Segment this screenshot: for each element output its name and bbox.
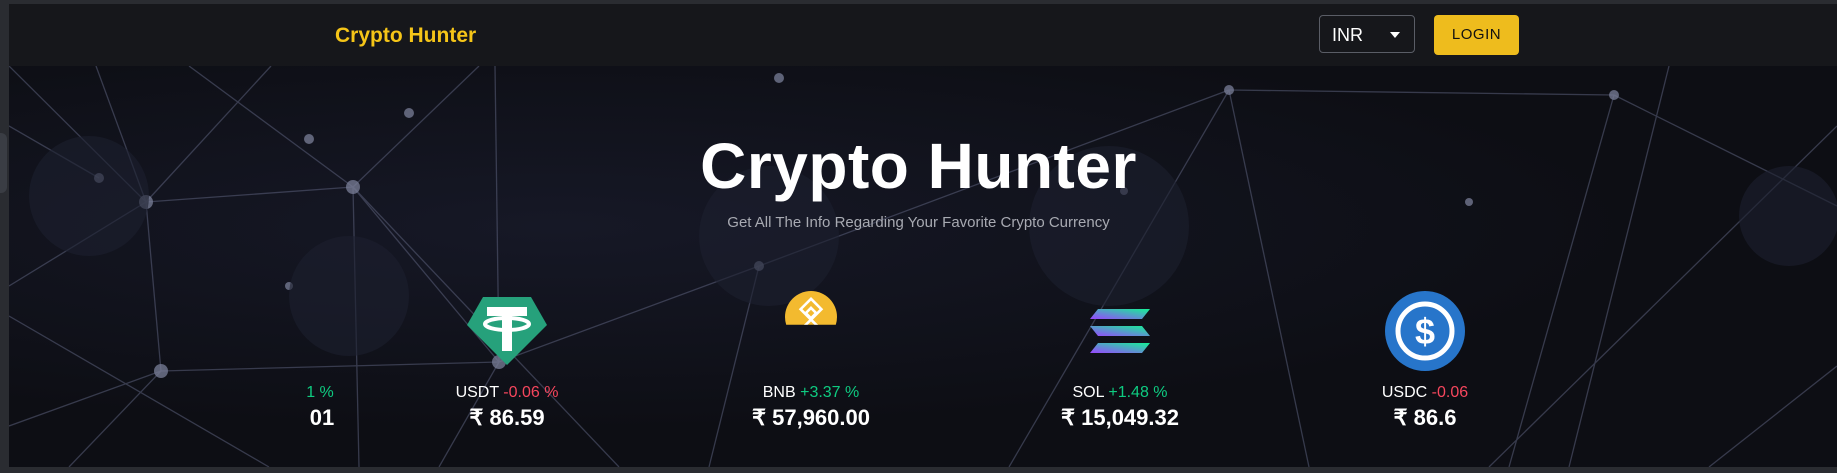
tether-icon: [467, 297, 547, 365]
hero-banner: Crypto Hunter Get All The Info Regarding…: [9, 66, 1837, 467]
bottom-edge: [0, 467, 1837, 473]
coin-change: 1 %: [306, 384, 334, 401]
coin-change: +3.37 %: [800, 384, 860, 401]
usdc-icon: $: [1385, 291, 1465, 371]
coin-price: ₹ 86.6: [1393, 405, 1457, 430]
coin-change-line: USDC -0.06: [1315, 384, 1535, 402]
currency-select[interactable]: INR: [1319, 15, 1415, 53]
navbar: Crypto Hunter INR LOGIN: [9, 4, 1837, 66]
coin-price-value: 01: [309, 405, 335, 430]
coin-change-line: SOL +1.48 %: [1010, 384, 1230, 402]
bnb-icon: [785, 291, 837, 325]
coin-change-line: 1 %: [270, 384, 370, 402]
coin-symbol: USDC: [1381, 384, 1428, 401]
side-drawer-handle[interactable]: [0, 133, 7, 193]
coin-change-line: USDT -0.06 %: [397, 384, 617, 402]
coin-change-line: BNB +3.37 %: [701, 384, 921, 402]
chevron-down-icon: [1390, 32, 1400, 38]
coin-symbol: SOL: [1072, 384, 1104, 401]
coin-symbol: USDT: [455, 384, 499, 401]
coin-price: ₹ 15,049.32: [1061, 405, 1179, 430]
coin-icon: [270, 291, 300, 371]
coin-price: 01: [270, 405, 370, 431]
coin-carousel[interactable]: 1 % 01 USDT -0.06 % ₹ 86.59 BNB +3.37 % …: [270, 291, 1553, 467]
currency-select-value: INR: [1332, 25, 1363, 45]
coin-price: ₹ 57,960.00: [752, 405, 870, 430]
brand-title[interactable]: Crypto Hunter: [335, 24, 476, 48]
coin-symbol: BNB: [762, 384, 796, 401]
app-frame: Crypto Hunter INR LOGIN Crypto Hunter Ge…: [9, 4, 1837, 467]
solana-icon: [1090, 309, 1150, 353]
coin-change: +1.48 %: [1108, 384, 1168, 401]
svg-text:$: $: [1415, 311, 1435, 352]
login-button[interactable]: LOGIN: [1434, 15, 1519, 55]
coin-change: -0.06: [1431, 384, 1469, 401]
hero-subtitle: Get All The Info Regarding Your Favorite…: [727, 214, 1110, 231]
hero-title: Crypto Hunter: [700, 130, 1137, 202]
coin-price: ₹ 86.59: [469, 405, 545, 430]
coin-change: -0.06 %: [503, 384, 559, 401]
